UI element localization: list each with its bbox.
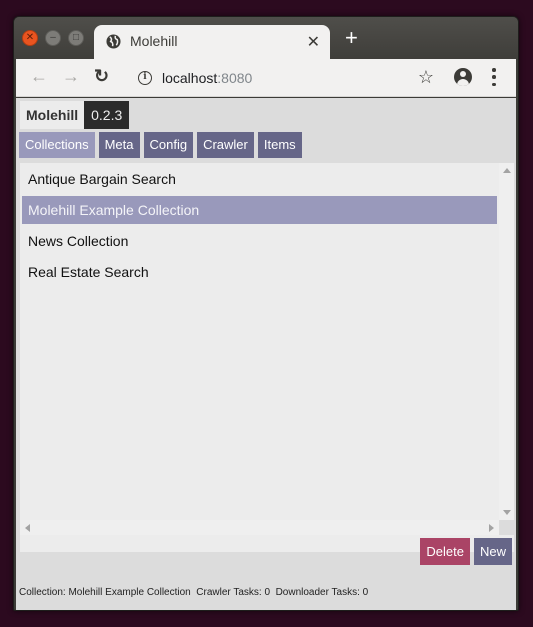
- tab-collections[interactable]: Collections: [19, 132, 95, 158]
- tab-meta[interactable]: Meta: [98, 132, 140, 158]
- list-item[interactable]: News Collection: [22, 227, 497, 255]
- new-button[interactable]: New: [473, 538, 512, 565]
- new-tab-button[interactable]: +: [345, 27, 358, 49]
- list-item-selected[interactable]: Molehill Example Collection: [22, 196, 497, 224]
- reload-icon[interactable]: ↻: [94, 67, 109, 85]
- tab-crawler[interactable]: Crawler: [197, 132, 254, 158]
- tab-title: Molehill: [130, 33, 178, 49]
- url-host: localhost: [162, 70, 218, 86]
- collections-list: Antique Bargain Search Molehill Example …: [22, 165, 497, 520]
- address-bar[interactable]: i localhost:8080 ☆: [124, 63, 444, 93]
- globe-icon: [106, 34, 121, 49]
- horizontal-scrollbar[interactable]: [20, 520, 499, 535]
- scrollbar-corner: [499, 520, 514, 535]
- status-bar: Collection: Molehill Example Collection …: [19, 587, 369, 598]
- scroll-up-arrow-icon[interactable]: [503, 168, 511, 173]
- delete-button[interactable]: Delete: [420, 538, 470, 565]
- page-viewport: Molehill 0.2.3 Collections Meta Config C…: [16, 98, 516, 610]
- url-text[interactable]: localhost:8080: [162, 70, 252, 86]
- browser-tab[interactable]: Molehill ✕: [94, 25, 330, 59]
- window-close-button[interactable]: ✕: [22, 30, 38, 46]
- account-icon[interactable]: [454, 68, 472, 86]
- list-item[interactable]: Antique Bargain Search: [22, 165, 497, 193]
- tab-close-icon[interactable]: ✕: [307, 32, 320, 52]
- tab-items[interactable]: Items: [257, 132, 302, 158]
- scroll-down-arrow-icon[interactable]: [503, 510, 511, 515]
- app-header: Molehill 0.2.3: [20, 101, 130, 129]
- collections-panel: Antique Bargain Search Molehill Example …: [20, 163, 514, 552]
- list-item[interactable]: Real Estate Search: [22, 258, 497, 286]
- app-version-badge: 0.2.3: [84, 101, 130, 129]
- back-arrow-icon[interactable]: ←: [30, 67, 48, 85]
- bookmark-star-icon[interactable]: ☆: [418, 67, 434, 88]
- menu-dots-icon[interactable]: [492, 68, 496, 86]
- title-bar: ✕ – □ Molehill ✕ +: [14, 17, 518, 59]
- window-maximize-button[interactable]: □: [68, 30, 84, 46]
- app-name: Molehill: [20, 101, 85, 129]
- tab-config[interactable]: Config: [143, 132, 194, 158]
- window-minimize-button[interactable]: –: [45, 30, 61, 46]
- info-icon[interactable]: i: [138, 71, 152, 85]
- vertical-scrollbar[interactable]: [499, 163, 514, 520]
- browser-toolbar: ← → ↻ i localhost:8080 ☆: [16, 59, 516, 97]
- action-buttons: Delete New: [420, 538, 512, 565]
- scroll-left-arrow-icon[interactable]: [25, 524, 30, 532]
- url-port: :8080: [217, 70, 253, 86]
- nav-tabs: Collections Meta Config Crawler Items: [19, 132, 302, 158]
- scroll-right-arrow-icon[interactable]: [489, 524, 494, 532]
- browser-window: ✕ – □ Molehill ✕ + ← → ↻ i localhost:808…: [13, 16, 519, 611]
- forward-arrow-icon[interactable]: →: [62, 67, 80, 85]
